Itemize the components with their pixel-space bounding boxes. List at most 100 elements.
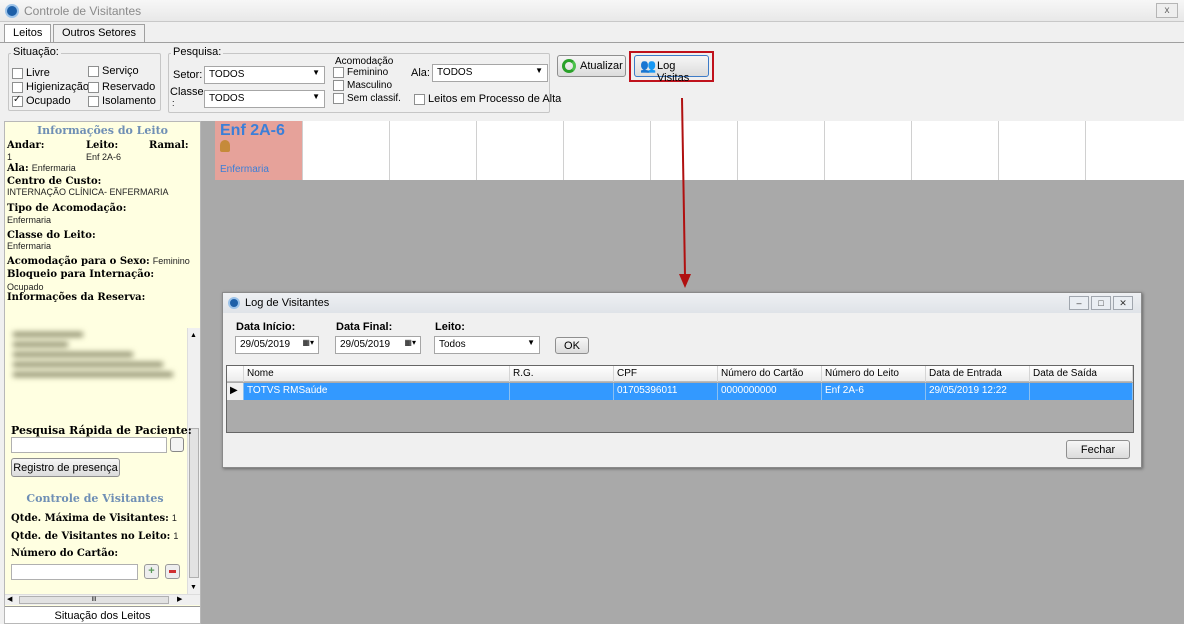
bed-cell[interactable] — [1086, 121, 1183, 180]
centro-value: INTERNAÇÃO CLÍNICA- ENFERMARIA — [7, 187, 169, 197]
ok-button[interactable]: OK — [555, 337, 589, 354]
scroll-thumb[interactable] — [189, 428, 199, 578]
ala-row: Ala: Enfermaria — [7, 162, 76, 174]
plus-icon[interactable]: + — [144, 564, 159, 579]
close-button[interactable]: x — [1156, 3, 1178, 18]
situacao-leitos-tab[interactable]: Situação dos Leitos — [5, 606, 200, 623]
checkbox-label: Serviço — [102, 65, 139, 77]
bed-cell[interactable] — [477, 121, 564, 180]
bed-cell[interactable] — [825, 121, 912, 180]
checkbox-feminino[interactable]: Feminino — [333, 67, 388, 78]
cell-data-saida[interactable] — [1030, 383, 1133, 400]
tab-divider — [0, 42, 1184, 43]
checkbox-box[interactable] — [333, 93, 344, 104]
bloqueio-label: Bloqueio para Internação: — [7, 269, 155, 280]
checkbox-box[interactable] — [12, 67, 23, 79]
checkbox-box[interactable] — [12, 81, 23, 93]
qtde-leito-label: Qtde. de Visitantes no Leito: — [11, 531, 171, 542]
bed-cell-enf-2a-6[interactable]: Enf 2A-6 Enfermaria — [215, 121, 303, 180]
close-icon[interactable]: ✕ — [1113, 296, 1133, 310]
data-inicio-value: 29/05/2019 — [240, 339, 291, 350]
data-inicio-picker[interactable]: 29/05/2019 ▦▾ — [235, 336, 319, 354]
cell-cpf[interactable]: 01705396011 — [614, 383, 718, 400]
col-rg[interactable]: R.G. — [510, 366, 614, 382]
log-visitas-button[interactable]: 👥 Log Visitas — [634, 55, 709, 84]
sexo-label: Acomodação para o Sexo: — [7, 256, 150, 267]
bed-cell[interactable] — [303, 121, 390, 180]
registro-presenca-button[interactable]: Registro de presença — [11, 458, 120, 477]
checkbox-box[interactable] — [88, 81, 99, 93]
table-row[interactable]: ▶ TOTVS RMSaúde 01705396011 0000000000 E… — [227, 383, 1133, 400]
col-numero-leito[interactable]: Número do Leito — [822, 366, 926, 382]
cell-rg[interactable] — [510, 383, 614, 400]
checkbox-higienizacao[interactable]: Higienização — [12, 81, 89, 93]
checkbox-box[interactable] — [88, 65, 99, 77]
cell-numero-cartao[interactable]: 0000000000 — [718, 383, 822, 400]
col-cpf[interactable]: CPF — [614, 366, 718, 382]
checkbox-isolamento[interactable]: Isolamento — [88, 95, 156, 107]
calendar-icon: ▦▾ — [404, 338, 416, 347]
ramal-label: Ramal: — [149, 140, 189, 151]
log-visitantes-dialog: Log de Visitantes – □ ✕ Data Início: 29/… — [222, 292, 1142, 468]
col-data-saida[interactable]: Data de Saída — [1030, 366, 1133, 382]
search-button[interactable] — [170, 437, 184, 452]
checkbox-sem-classif[interactable]: Sem classif. — [333, 93, 401, 104]
checkbox-label: Isolamento — [102, 95, 156, 107]
scroll-up-icon[interactable]: ▲ — [190, 332, 197, 339]
tipo-label: Tipo de Acomodação: — [7, 203, 127, 214]
scroll-left-icon[interactable]: ◀ — [7, 595, 12, 603]
fechar-button[interactable]: Fechar — [1066, 440, 1130, 459]
checkbox-box[interactable] — [88, 95, 99, 107]
cartao-input[interactable] — [11, 564, 138, 580]
checkbox-masculino[interactable]: Masculino — [333, 80, 392, 91]
col-numero-cartao[interactable]: Número do Cartão — [718, 366, 822, 382]
tab-outros-setores[interactable]: Outros Setores — [53, 24, 145, 42]
minus-icon[interactable] — [165, 564, 180, 579]
cell-data-entrada[interactable]: 29/05/2019 12:22 — [926, 383, 1030, 400]
bed-cell[interactable] — [390, 121, 477, 180]
checkbox-label: Reservado — [102, 81, 156, 93]
chevron-down-icon: ▼ — [527, 338, 535, 347]
checkbox-servico[interactable]: Serviço — [88, 65, 139, 77]
tab-leitos[interactable]: Leitos — [4, 24, 52, 43]
data-final-picker[interactable]: 29/05/2019 ▦▾ — [335, 336, 421, 354]
bed-cell[interactable] — [738, 121, 825, 180]
col-data-entrada[interactable]: Data de Entrada — [926, 366, 1030, 382]
visitors-grid: Nome R.G. CPF Número do Cartão Número do… — [226, 365, 1134, 433]
pesquisa-rapida-input[interactable] — [11, 437, 167, 453]
vertical-scrollbar[interactable]: ▲ ▼ — [187, 328, 200, 596]
bed-cell[interactable] — [999, 121, 1086, 180]
checkbox-reservado[interactable]: Reservado — [88, 81, 155, 93]
checkbox-box[interactable] — [333, 67, 344, 78]
col-nome[interactable]: Nome — [244, 366, 510, 382]
bed-cell[interactable] — [912, 121, 999, 180]
row-pointer-icon[interactable]: ▶ — [227, 383, 244, 400]
cell-numero-leito[interactable]: Enf 2A-6 — [822, 383, 926, 400]
checkbox-box-checked[interactable] — [12, 94, 23, 107]
qtde-leito-value: 1 — [173, 531, 179, 541]
info-heading: Informações do Leito — [36, 124, 169, 137]
maximize-button[interactable]: □ — [1091, 296, 1111, 310]
atualizar-button[interactable]: Atualizar — [557, 55, 626, 77]
scroll-right-icon[interactable]: ▶ — [177, 595, 182, 603]
cell-nome[interactable]: TOTVS RMSaúde — [244, 383, 510, 400]
leito-label: Leito: — [86, 140, 119, 151]
checkbox-box[interactable] — [333, 80, 344, 91]
classe-select[interactable]: TODOS ▼ — [204, 90, 325, 108]
checkbox-label: Livre — [26, 67, 50, 79]
minimize-button[interactable]: – — [1069, 296, 1089, 310]
title-bar: Controle de Visitantes x — [0, 0, 1184, 22]
horizontal-scrollbar[interactable]: ◀ III ▶ — [5, 594, 200, 605]
bed-cell[interactable] — [564, 121, 651, 180]
checkbox-leitos-alta[interactable]: Leitos em Processo de Alta — [414, 93, 561, 105]
checkbox-label: Masculino — [347, 80, 393, 92]
checkbox-ocupado[interactable]: Ocupado — [12, 94, 71, 107]
ala-select[interactable]: TODOS ▼ — [432, 64, 548, 82]
setor-select[interactable]: TODOS ▼ — [204, 66, 325, 84]
checkbox-livre[interactable]: Livre — [12, 67, 50, 79]
leito-select[interactable]: Todos ▼ — [434, 336, 540, 354]
h-scroll-thumb[interactable]: III — [19, 596, 169, 604]
scroll-down-icon[interactable]: ▼ — [190, 584, 197, 591]
checkbox-box[interactable] — [414, 93, 425, 105]
ala-info-label: Ala: — [7, 163, 29, 174]
